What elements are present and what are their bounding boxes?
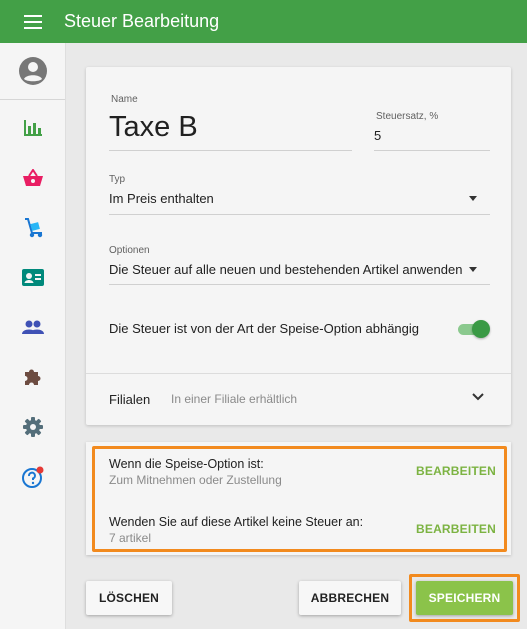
hand-truck-icon xyxy=(24,218,42,238)
exempt-items-count: 7 artikel xyxy=(109,531,152,545)
badge-icon xyxy=(21,268,44,286)
app-bar: Steuer Bearbeitung xyxy=(0,0,527,43)
rate-input[interactable]: 5 xyxy=(374,128,381,143)
basket-icon xyxy=(22,169,43,186)
account-circle-icon xyxy=(18,57,47,85)
tax-form-card: Name Taxe B Steuersatz, % 5 Typ Im Preis… xyxy=(86,67,511,425)
options-underline xyxy=(109,284,490,285)
name-label: Name xyxy=(111,94,138,105)
name-underline xyxy=(109,150,352,151)
stores-value: In einer Filiale erhältlich xyxy=(171,392,298,406)
sidebar-item-employees[interactable] xyxy=(0,257,65,297)
exempt-items-title: Wenden Sie auf diese Artikel keine Steue… xyxy=(109,515,364,529)
save-button[interactable]: SPEICHERN xyxy=(416,581,513,615)
help-icon xyxy=(21,466,43,488)
sidebar-item-reports[interactable] xyxy=(0,108,65,148)
sidebar xyxy=(0,43,66,629)
options-label: Optionen xyxy=(109,245,150,256)
bar-chart-icon xyxy=(23,120,42,136)
toggle-knob xyxy=(472,320,490,338)
delete-button[interactable]: LÖSCHEN xyxy=(86,581,172,615)
edit-exempt-items-button[interactable]: BEARBEITEN xyxy=(416,522,496,536)
stores-label: Filialen xyxy=(109,392,151,407)
options-select[interactable]: Die Steuer auf alle neuen und bestehende… xyxy=(109,262,462,277)
name-input[interactable]: Taxe B xyxy=(109,111,198,144)
dining-condition-title: Wenn die Speise-Option ist: xyxy=(109,457,264,471)
sidebar-item-integrations[interactable] xyxy=(0,357,65,397)
chevron-down-icon xyxy=(472,393,484,401)
options-caret-icon[interactable] xyxy=(469,267,477,272)
page-title: Steuer Bearbeitung xyxy=(64,11,220,31)
edit-condition-button[interactable]: BEARBEITEN xyxy=(416,464,496,478)
avatar[interactable] xyxy=(0,43,65,100)
sidebar-item-settings[interactable] xyxy=(0,407,65,447)
dining-condition-value: Zum Mitnehmen oder Zustellung xyxy=(109,473,282,487)
type-caret-icon[interactable] xyxy=(469,196,477,201)
cancel-button[interactable]: ABBRECHEN xyxy=(299,581,401,615)
type-underline xyxy=(109,214,490,215)
puzzle-icon xyxy=(24,369,41,385)
dining-option-toggle-label: Die Steuer ist von der Art der Speise-Op… xyxy=(109,321,420,336)
type-select[interactable]: Im Preis enthalten xyxy=(109,191,214,206)
sidebar-item-customers[interactable] xyxy=(0,307,65,347)
sidebar-item-items[interactable] xyxy=(0,158,65,198)
sidebar-item-inventory[interactable] xyxy=(0,208,65,248)
dining-option-toggle[interactable] xyxy=(458,320,490,338)
menu-icon[interactable] xyxy=(18,7,48,37)
sidebar-item-help[interactable] xyxy=(0,457,65,497)
rate-label: Steuersatz, % xyxy=(376,111,439,122)
stores-row[interactable]: Filialen In einer Filiale erhältlich xyxy=(86,374,511,425)
rate-underline xyxy=(374,150,490,151)
gear-icon xyxy=(22,417,43,437)
type-label: Typ xyxy=(109,174,126,185)
people-icon xyxy=(21,320,44,334)
